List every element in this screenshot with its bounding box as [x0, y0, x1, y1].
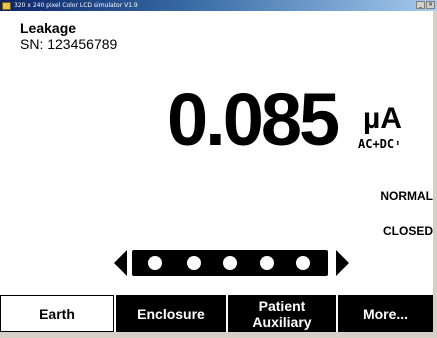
close-icon[interactable]: ×	[426, 1, 435, 9]
selector-strip	[132, 250, 328, 276]
minimize-icon[interactable]: _	[416, 1, 425, 9]
selector-dot	[223, 256, 237, 270]
title-bar: 320 x 240 pixel Color LCD simulator V1.9…	[0, 0, 437, 11]
measurement-name: Leakage	[20, 20, 77, 36]
left-arrow-icon[interactable]	[114, 250, 127, 276]
up-down-arrows-icon[interactable]: ⬍	[395, 139, 400, 149]
polarity-status: NORMAL	[380, 189, 433, 203]
coupling-mode[interactable]: AC+DC ⬍	[358, 138, 401, 150]
reading-unit: µA	[363, 102, 402, 135]
window-title: 320 x 240 pixel Color LCD simulator V1.9	[14, 2, 138, 9]
reading-value: 0.085	[167, 78, 340, 161]
selector-dot	[260, 256, 274, 270]
selector-dot	[148, 256, 162, 270]
neutral-status: CLOSED	[382, 224, 433, 238]
coupling-label: AC+DC	[358, 137, 395, 151]
softkey-more[interactable]: More...	[336, 295, 433, 332]
window-controls: _ ×	[416, 1, 435, 9]
serial-number: SN: 123456789	[20, 36, 118, 52]
app-icon	[2, 1, 11, 10]
softkey-earth[interactable]: Earth	[0, 295, 114, 332]
window-border	[433, 11, 437, 338]
window-bottom-border	[0, 332, 433, 338]
right-arrow-icon[interactable]	[336, 250, 349, 276]
selector-dot	[187, 256, 201, 270]
softkey-enclosure[interactable]: Enclosure	[114, 295, 226, 332]
selector-dot	[296, 256, 310, 270]
softkey-patient-auxiliary[interactable]: Patient Auxiliary	[226, 295, 336, 332]
